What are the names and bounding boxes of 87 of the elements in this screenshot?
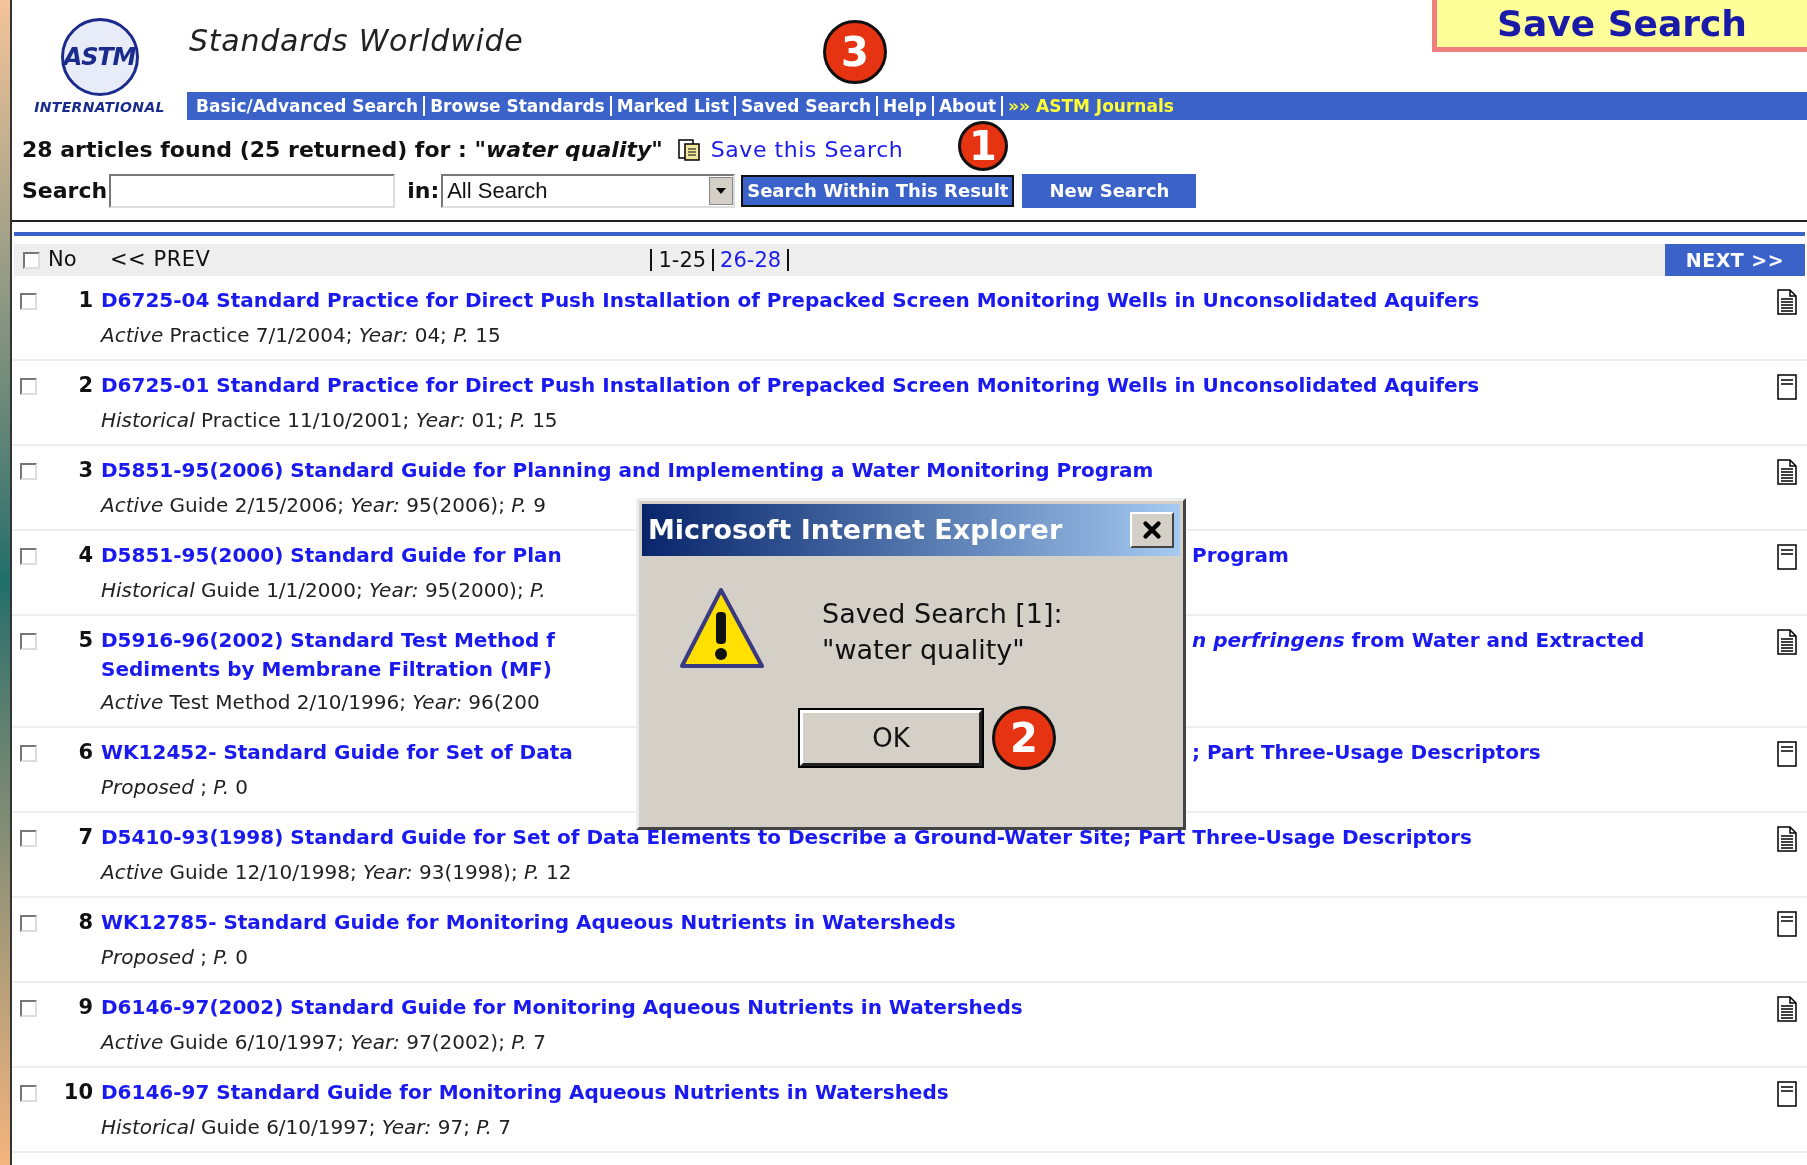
- result-title-link[interactable]: D5851-95(2006) Standard Guide for Planning and Implementing a Water Monitoring Program: [101, 455, 1154, 486]
- result-title-link[interactable]: D5916-96(2002) Standard Test Method f: [101, 625, 636, 656]
- result-meta: Active Guide 2/15/2006; Year: 95(2006); P. 9: [101, 492, 548, 519]
- result-title-link[interactable]: n perfringens from Water and Extracted: [1192, 625, 1645, 656]
- document-icon[interactable]: [1777, 996, 1797, 1022]
- result-meta: Active Guide 6/10/1997; Year: 97(2002); P. 7: [101, 1029, 548, 1056]
- result-title-link[interactable]: D6725-01 Standard Practice for Direct Push Installation of Prepacked Screen Monitoring Wells in Unconsolidated Aquifers: [101, 370, 1480, 401]
- nav-link[interactable]: Browse Standards: [423, 96, 610, 116]
- nav-link[interactable]: Basic/Advanced Search: [191, 96, 424, 116]
- document-icon[interactable]: [1777, 911, 1797, 937]
- page-link[interactable]: 1-25: [652, 249, 713, 271]
- search-field[interactable]: [109, 173, 396, 208]
- result-title-link[interactable]: Program: [1192, 540, 1289, 571]
- document-icon[interactable]: [1777, 741, 1797, 767]
- checkbox[interactable]: [19, 915, 37, 932]
- close-button[interactable]: [1130, 512, 1174, 548]
- result-number: 5: [77, 627, 94, 654]
- result-number: 2: [77, 372, 94, 399]
- document-icon[interactable]: [1777, 289, 1797, 315]
- result-number: 6: [77, 739, 94, 766]
- result-number: 9: [77, 994, 94, 1021]
- checkbox[interactable]: [19, 293, 37, 310]
- result-meta: Historical Guide 1/1/2000; Year: 95(2000); P.: [101, 577, 547, 604]
- next-button[interactable]: NEXT >>: [1665, 244, 1805, 276]
- result-meta: Active Test Method 2/10/1996; Year: 96(200: [101, 689, 541, 716]
- scope-label: in:: [407, 177, 440, 205]
- nav-link[interactable]: About: [931, 96, 1002, 116]
- checkbox[interactable]: [19, 1000, 37, 1017]
- document-icon[interactable]: [1777, 826, 1797, 852]
- result-number: 7: [77, 824, 94, 851]
- result-title-link[interactable]: D6146-97(2002) Standard Guide for Monitoring Aqueous Nutrients in Watersheds: [101, 992, 1023, 1023]
- callout-badge: 3: [823, 20, 887, 84]
- nav-link[interactable]: Saved Search: [733, 96, 877, 116]
- checkbox[interactable]: [19, 548, 37, 565]
- checkbox[interactable]: [19, 745, 37, 762]
- logo-globe: ASTM: [60, 18, 139, 96]
- save-search-link[interactable]: Save this Search: [710, 132, 904, 166]
- dialog-title: Microsoft Internet Explorer: [648, 512, 1063, 547]
- result-meta: Active Guide 12/10/1998; Year: 93(1998); P. 12: [101, 859, 573, 886]
- prev-link[interactable]: << PREV: [110, 244, 211, 276]
- checkbox[interactable]: [19, 633, 37, 650]
- result-number: 1: [77, 287, 94, 314]
- dialog-message: Saved Search [1]:: [822, 597, 1063, 631]
- result-number: 3: [77, 457, 94, 484]
- tagline: Standards Worldwide: [189, 22, 524, 60]
- ok-button[interactable]: OK: [800, 710, 982, 766]
- result-title-link[interactable]: D5410-93(1998) Standard Guide for Set of Data Elements to Describe a Ground-Water Site; Part Three-Usage Descriptors: [101, 822, 1472, 853]
- document-icon[interactable]: [1777, 1081, 1797, 1107]
- save-icon[interactable]: [676, 136, 701, 162]
- result-title-link[interactable]: D6146-97 Standard Guide for Monitoring Aqueous Nutrients in Watersheds: [101, 1077, 949, 1108]
- slide-title: Save Search: [1432, 0, 1807, 52]
- result-title-link[interactable]: WK12452- Standard Guide for Set of Data: [101, 737, 636, 768]
- result-meta: Proposed ; P. 0: [101, 774, 250, 801]
- dropdown-arrow-icon: [716, 187, 727, 194]
- result-meta: Historical Guide 6/10/1997; Year: 97; P. 7: [101, 1114, 512, 1141]
- result-summary: 28 articles found (25 returned) for : "water quality": [22, 135, 663, 164]
- document-icon[interactable]: [1777, 629, 1797, 655]
- result-title-link[interactable]: ; Part Three-Usage Descriptors: [1192, 737, 1541, 768]
- nav-link[interactable]: Marked List: [609, 96, 734, 116]
- result-meta: Historical Practice 11/10/2001; Year: 01; P. 15: [101, 407, 559, 434]
- callout-badge: 1: [958, 121, 1008, 171]
- result-number: 10: [62, 1079, 94, 1106]
- checkbox[interactable]: [22, 251, 40, 269]
- new-search-button[interactable]: New Search: [1022, 173, 1197, 208]
- document-icon[interactable]: [1777, 544, 1797, 570]
- page-link[interactable]: 26-28: [712, 249, 788, 271]
- checkbox[interactable]: [19, 830, 37, 847]
- checkbox[interactable]: [19, 1085, 37, 1102]
- document-icon[interactable]: [1777, 459, 1797, 485]
- checkbox[interactable]: [19, 463, 37, 480]
- scope-select[interactable]: All Search: [441, 173, 736, 208]
- logo-caption: INTERNATIONAL: [34, 98, 165, 117]
- document-icon[interactable]: [1777, 374, 1797, 400]
- result-title-link[interactable]: D5851-95(2000) Standard Guide for Plan: [101, 540, 636, 571]
- result-meta: Active Practice 7/1/2004; Year: 04; P. 15: [101, 322, 502, 349]
- result-meta: Proposed ; P. 0: [101, 944, 250, 971]
- nav-link[interactable]: »» ASTM Journals: [1001, 96, 1179, 116]
- column-header: No: [48, 246, 78, 274]
- search-label: Search: [22, 177, 108, 205]
- dialog-message: "water quality": [822, 633, 1026, 667]
- nav-link[interactable]: Help: [876, 96, 932, 116]
- result-number: 4: [77, 542, 94, 569]
- search-within-button[interactable]: Search Within This Result: [741, 174, 1015, 207]
- result-title-link[interactable]: D6725-04 Standard Practice for Direct Push Installation of Prepacked Screen Monitoring Wells in Unconsolidated Aquifers: [101, 285, 1480, 316]
- result-number: 8: [77, 909, 94, 936]
- checkbox[interactable]: [19, 378, 37, 395]
- result-title-link[interactable]: WK12785- Standard Guide for Monitoring Aqueous Nutrients in Watersheds: [101, 907, 956, 938]
